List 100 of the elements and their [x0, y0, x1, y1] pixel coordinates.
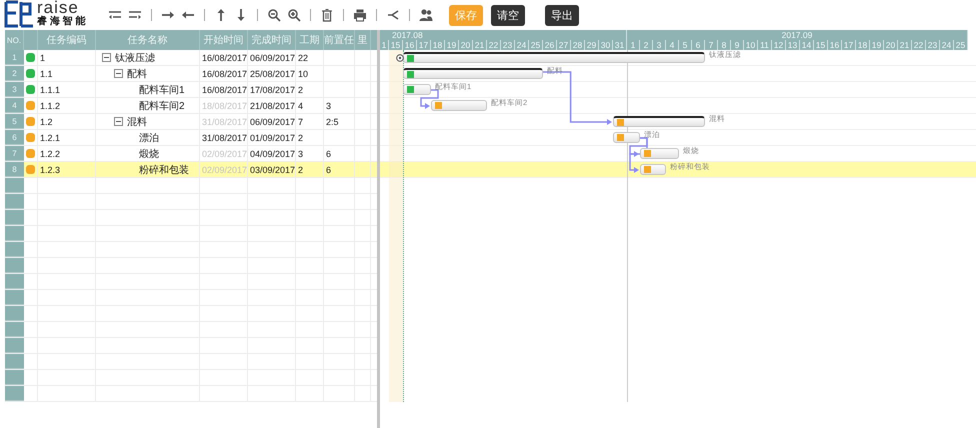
collapse-icon[interactable]: [102, 53, 111, 62]
column-header: 开始时间: [200, 30, 248, 50]
share-icon[interactable]: [386, 8, 400, 22]
day-label: 6: [692, 40, 705, 50]
column-header: 里: [355, 30, 371, 50]
month-label: 2017.08: [392, 30, 423, 40]
trash-icon[interactable]: [320, 8, 334, 22]
day-label: 15: [389, 40, 403, 50]
row-header: [5, 354, 24, 369]
task-row[interactable]: 3 1.1.1 配料车间1 16/08/2017 17/08/2017 2: [5, 82, 377, 98]
table-cell: 31/08/2017: [200, 114, 248, 129]
day-label: 17: [417, 40, 431, 50]
day-label: 17: [842, 40, 856, 50]
dependency-arrow: [420, 89, 439, 109]
collapse-icon[interactable]: [114, 69, 123, 78]
row-header: [5, 178, 24, 193]
row-number: 7: [5, 146, 24, 161]
table-cell: 03/09/2017: [248, 162, 296, 177]
row-number: 3: [5, 82, 24, 97]
table-cell: 01/09/2017: [248, 130, 296, 145]
day-label: 2: [640, 40, 653, 50]
row-number: 1: [5, 50, 24, 65]
table-cell: 22: [296, 50, 324, 65]
table-cell: 7: [296, 114, 324, 129]
indent-icon[interactable]: [108, 8, 122, 22]
task-row[interactable]: 6 1.2.1 漂泊 31/08/2017 01/09/2017 2: [5, 130, 377, 146]
logo-icon: [4, 0, 34, 28]
table-cell: 4: [296, 98, 324, 113]
task-row[interactable]: 2 1.1 配料 16/08/2017 25/08/2017 10: [5, 66, 377, 82]
logo-tagline: 睿 海 智 能: [37, 16, 86, 27]
day-label: 14: [800, 40, 814, 50]
task-row[interactable]: 8 1.2.3 粉碎和包装 02/09/2017 03/09/2017 2 6: [5, 162, 377, 178]
target-icon: [396, 54, 404, 62]
row-header: [5, 322, 24, 337]
row-header: [5, 290, 24, 305]
day-label: 24: [940, 40, 954, 50]
task-row[interactable]: 1 1 钛液压滤 16/08/2017 06/09/2017 22: [5, 50, 377, 66]
row-header: [5, 370, 24, 385]
day-label: 25: [529, 40, 543, 50]
table-cell: 16/08/2017: [200, 50, 248, 65]
day-label: 12: [772, 40, 786, 50]
task-row[interactable]: 5 1.2 混料 31/08/2017 06/09/2017 7 2:5: [5, 114, 377, 130]
table-cell: 04/09/2017: [248, 146, 296, 161]
task-name: 煅烧: [139, 148, 159, 160]
task-bar[interactable]: [403, 84, 431, 95]
table-cell: 18/08/2017: [200, 98, 248, 113]
table-cell: 1.2.3: [38, 162, 96, 177]
task-name: 混料: [127, 116, 147, 128]
column-header: 任务编码: [38, 30, 96, 50]
table-cell: 02/09/2017: [200, 162, 248, 177]
table-cell: 10: [296, 66, 324, 81]
day-label: 8: [718, 40, 731, 50]
day-label: 20: [459, 40, 473, 50]
table-cell: 31/08/2017: [200, 130, 248, 145]
table-cell: 2: [296, 162, 324, 177]
day-label: 30: [599, 40, 613, 50]
toolbar-button[interactable]: 请空: [491, 4, 525, 26]
task-row[interactable]: 4 1.1.2 配料车间2 18/08/2017 21/08/2017 4 3: [5, 98, 377, 114]
column-header: 完成时间: [248, 30, 296, 50]
table-cell: 2:5: [324, 114, 355, 129]
printer-icon[interactable]: [353, 8, 367, 22]
day-label: 26: [543, 40, 557, 50]
logo-wordmark: raise: [37, 0, 79, 16]
table-cell: 21/08/2017: [248, 98, 296, 113]
day-label: 9: [731, 40, 744, 50]
zoom-out-icon[interactable]: [267, 8, 281, 22]
day-label: 27: [557, 40, 571, 50]
table-cell: 02/09/2017: [200, 146, 248, 161]
day-label: 1: [627, 40, 640, 50]
row-header: [5, 386, 24, 401]
summary-bar[interactable]: [403, 68, 543, 79]
collapse-icon[interactable]: [114, 117, 123, 126]
row-number: 6: [5, 130, 24, 145]
day-label: 21: [898, 40, 912, 50]
table-cell: 1.2.2: [38, 146, 96, 161]
row-number: 5: [5, 114, 24, 129]
day-label: 24: [515, 40, 529, 50]
table-cell: 16/08/2017: [200, 82, 248, 97]
table-cell: 1.1.2: [38, 98, 96, 113]
table-cell: 2: [296, 82, 324, 97]
outdent-icon[interactable]: [128, 8, 142, 22]
day-label: 7: [705, 40, 718, 50]
day-label: 3: [653, 40, 666, 50]
row-header: [5, 306, 24, 321]
day-label: 11: [758, 40, 772, 50]
day-label: 19: [870, 40, 884, 50]
toolbar-button[interactable]: 导出: [545, 4, 579, 26]
day-label: 16: [403, 40, 417, 50]
row-number: 4: [5, 98, 24, 113]
table-cell: 1: [38, 50, 96, 65]
table-cell: 1.2: [38, 114, 96, 129]
people-icon[interactable]: [419, 8, 433, 22]
day-label: 22: [487, 40, 501, 50]
summary-bar[interactable]: [403, 52, 705, 63]
zoom-in-icon[interactable]: [287, 8, 301, 22]
row-header: [5, 242, 24, 257]
summary-bar[interactable]: [613, 116, 705, 127]
day-label: 29: [585, 40, 599, 50]
day-label: 18: [431, 40, 445, 50]
day-label: 20: [884, 40, 898, 50]
